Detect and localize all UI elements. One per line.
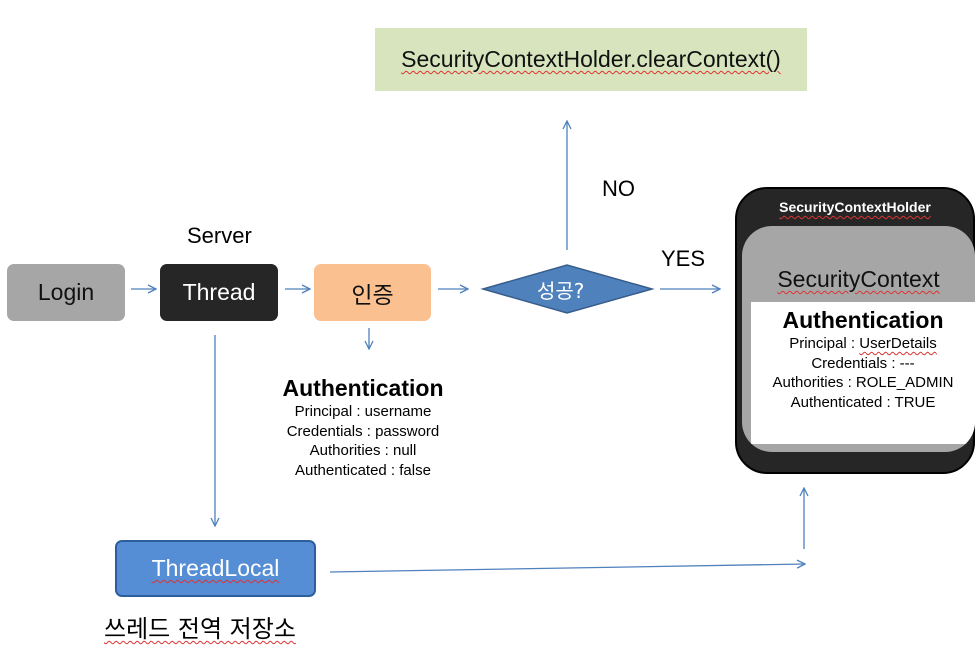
arrow-threadlocal-to-holder	[329, 564, 805, 573]
authentication-request: Authentication Principal : username Cred…	[263, 374, 463, 480]
authentication-result-principal: Principal : UserDetails	[751, 334, 975, 354]
auth-box: 인증	[314, 264, 431, 321]
authentication-result: Authentication Principal : UserDetails C…	[751, 302, 975, 444]
edge-label-no: NO	[602, 176, 635, 201]
security-context-holder: SecurityContextHolder SecurityContext Au…	[735, 187, 975, 474]
thread-box: Thread	[160, 264, 278, 321]
security-context-title: SecurityContext	[742, 266, 975, 293]
clear-context-label: SecurityContextHolder.clearContext()	[401, 46, 781, 72]
security-context: SecurityContext Authentication Principal…	[742, 226, 975, 452]
security-context-holder-title-text: SecurityContextHolder	[779, 199, 931, 215]
principal-prefix: Principal :	[789, 335, 860, 352]
authentication-result-credentials: Credentials : ---	[811, 354, 915, 372]
authentication-result-title: Authentication	[782, 307, 944, 333]
decision-label: 성공?	[537, 279, 585, 303]
threadlocal-caption: 쓰레드 전역 저장소	[104, 609, 296, 644]
authentication-result-authorities: Authorities : ROLE_ADMIN	[772, 374, 954, 391]
auth-label: 인증	[351, 282, 394, 309]
server-label: Server	[187, 223, 252, 248]
security-context-title-text: SecurityContext	[777, 266, 940, 292]
login-label: Login	[37, 279, 95, 305]
clear-context-box: SecurityContextHolder.clearContext()	[375, 28, 807, 91]
edge-label-yes: YES	[661, 246, 706, 271]
principal-value: UserDetails	[859, 335, 937, 352]
authentication-request-title: Authentication	[282, 375, 444, 401]
authentication-result-authenticated: Authenticated : TRUE	[790, 393, 936, 411]
authentication-request-credentials: Credentials : password	[286, 422, 440, 440]
authentication-request-authenticated: Authenticated : false	[295, 461, 431, 479]
authentication-request-authorities: Authorities : null	[309, 442, 417, 459]
threadlocal-caption-text: 쓰레드 전역 저장소	[104, 615, 296, 643]
login-box: Login	[7, 264, 125, 321]
security-context-holder-title: SecurityContextHolder	[737, 199, 973, 215]
threadlocal-box: ThreadLocal	[115, 540, 316, 597]
thread-label: Thread	[182, 279, 256, 305]
authentication-request-principal: Principal : username	[294, 403, 432, 420]
threadlocal-label: ThreadLocal	[151, 555, 280, 581]
